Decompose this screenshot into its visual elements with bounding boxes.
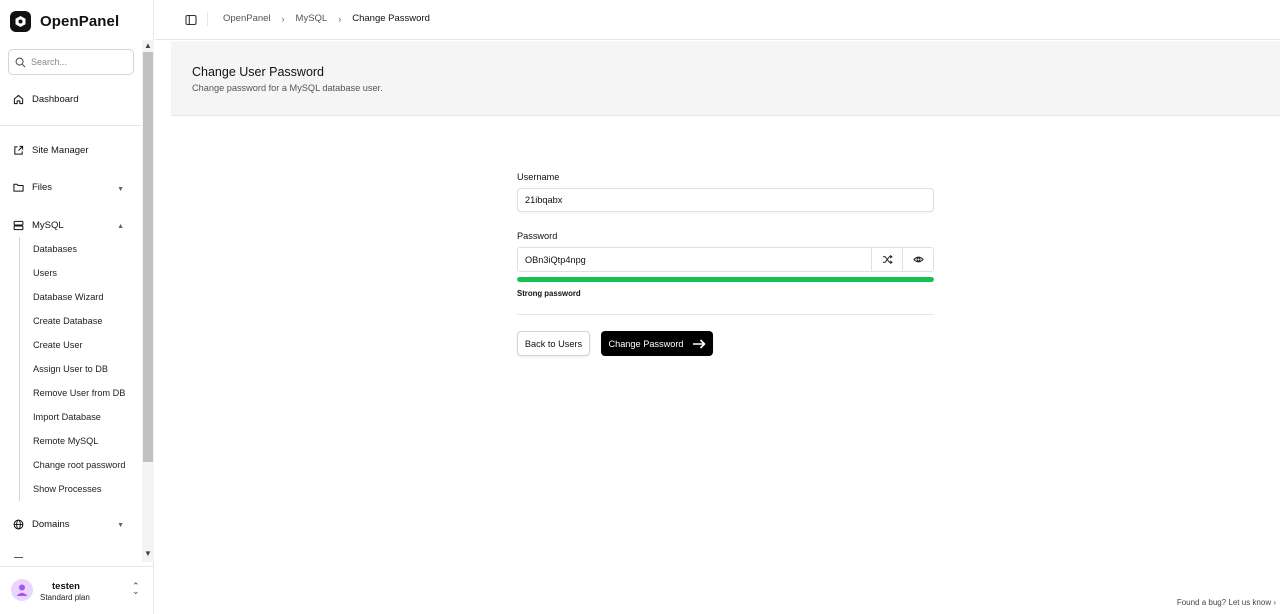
sidebar-item-label: Files xyxy=(32,182,53,193)
chevron-down-icon[interactable]: ▼ xyxy=(117,186,124,193)
sidebar-scrollbar[interactable]: ▲ ▼ xyxy=(142,40,154,562)
sidebar-subitem-create-database[interactable]: Create Database xyxy=(33,316,102,326)
password-field[interactable]: OBn3iQtp4npg xyxy=(518,248,871,271)
username-label: Username xyxy=(517,172,560,182)
topbar-divider xyxy=(207,12,208,26)
sidebar-subitem-assign-user[interactable]: Assign User to DB xyxy=(33,364,108,374)
search-box[interactable] xyxy=(8,49,134,75)
scroll-down-arrow-icon[interactable]: ▼ xyxy=(144,550,152,558)
report-bug-label: Found a bug? Let us know xyxy=(1176,598,1272,607)
user-menu[interactable]: testen Standard plan ⌃ ⌄ xyxy=(0,566,154,614)
sidebar-subitem-import-database[interactable]: Import Database xyxy=(33,412,101,422)
chevron-down-icon[interactable]: ▼ xyxy=(117,522,124,529)
sidebar: OpenPanel ▲ ▼ Dashboard Site Manager Fil… xyxy=(0,0,154,614)
username-value: 21ibqabx xyxy=(525,195,563,205)
submenu-guide-line xyxy=(19,237,20,501)
sidebar-item-files[interactable]: Files xyxy=(13,182,52,193)
shuffle-icon xyxy=(882,254,893,265)
back-to-users-button[interactable]: Back to Users xyxy=(517,331,590,356)
external-link-icon xyxy=(14,145,24,155)
generate-password-button[interactable] xyxy=(871,248,902,271)
username-field[interactable]: 21ibqabx xyxy=(517,188,934,212)
report-bug-link[interactable]: Found a bug? Let us know › xyxy=(1177,598,1276,607)
page-header: Change User Password Change password for… xyxy=(171,41,1280,116)
avatar xyxy=(11,579,33,601)
sidebar-item-label: Domains xyxy=(32,519,70,530)
sidebar-nav: Dashboard Site Manager Files ▼ MySQL ▲ D… xyxy=(0,86,142,562)
sidebar-subitem-create-user[interactable]: Create User xyxy=(33,340,83,350)
arrow-right-icon xyxy=(692,338,706,349)
breadcrumb-current: Change Password xyxy=(352,13,430,24)
chevron-up-icon[interactable]: ▲ xyxy=(117,223,124,230)
form-divider xyxy=(517,314,934,315)
user-name: testen xyxy=(52,581,80,592)
sidebar-subitem-users[interactable]: Users xyxy=(33,268,57,278)
sidebar-subitem-database-wizard[interactable]: Database Wizard xyxy=(33,292,103,302)
brand-name: OpenPanel xyxy=(40,12,120,30)
password-label: Password xyxy=(517,231,558,241)
page-subtitle: Change password for a MySQL database use… xyxy=(192,83,383,93)
chevron-right-icon: › xyxy=(281,13,285,24)
breadcrumb: OpenPanel › MySQL › Change Password xyxy=(223,13,430,24)
sidebar-item-label: Site Manager xyxy=(32,145,89,156)
breadcrumb-mysql[interactable]: MySQL xyxy=(296,13,328,24)
password-strength-bar xyxy=(517,277,934,282)
search-icon xyxy=(15,57,26,67)
sidebar-subitem-remove-user[interactable]: Remove User from DB xyxy=(33,388,125,398)
page-title: Change User Password xyxy=(192,65,325,79)
sidebar-item-domains[interactable]: Domains xyxy=(13,519,70,530)
sidebar-item-dashboard[interactable]: Dashboard xyxy=(13,94,78,105)
back-button-label: Back to Users xyxy=(524,338,583,349)
sidebar-divider xyxy=(0,125,142,126)
toggle-visibility-button[interactable] xyxy=(902,248,933,271)
password-strength-fill xyxy=(517,277,934,282)
sidebar-item-mysql[interactable]: MySQL xyxy=(13,220,64,231)
sidebar-subitem-remote-mysql[interactable]: Remote MySQL xyxy=(33,436,98,446)
topbar: OpenPanel › MySQL › Change Password xyxy=(155,0,1280,40)
scroll-thumb[interactable] xyxy=(143,52,153,462)
search-input[interactable] xyxy=(31,57,121,67)
brand[interactable]: OpenPanel xyxy=(10,8,119,34)
sidebar-toggle-icon[interactable] xyxy=(185,13,197,31)
chevron-right-icon: › xyxy=(338,13,342,24)
chevron-up-down-icon[interactable]: ⌃ ⌄ xyxy=(132,582,140,596)
database-icon xyxy=(13,220,24,231)
sidebar-item-label: MySQL xyxy=(32,220,64,231)
breadcrumb-openpanel[interactable]: OpenPanel xyxy=(223,13,271,24)
user-plan: Standard plan xyxy=(40,593,90,602)
openpanel-logo-icon xyxy=(10,10,31,32)
home-icon xyxy=(13,94,24,105)
globe-icon xyxy=(13,519,24,530)
folder-icon xyxy=(13,183,24,192)
eye-icon xyxy=(912,256,924,263)
sidebar-item-site-manager[interactable]: Site Manager xyxy=(13,145,89,156)
password-value: OBn3iQtp4npg xyxy=(525,254,586,265)
sidebar-item-label: Dashboard xyxy=(32,94,79,105)
sidebar-subitem-databases[interactable]: Databases xyxy=(33,244,77,254)
scroll-up-arrow-icon[interactable]: ▲ xyxy=(144,42,152,50)
sidebar-subitem-change-root-password[interactable]: Change root password xyxy=(33,460,125,470)
password-input-group: OBn3iQtp4npg xyxy=(517,247,934,272)
change-password-button[interactable]: Change Password xyxy=(601,331,713,356)
submit-button-label: Change Password xyxy=(608,338,684,349)
sidebar-subitem-show-processes[interactable]: Show Processes xyxy=(33,484,101,494)
password-strength-text: Strong password xyxy=(517,289,581,298)
partially-hidden-item-icon xyxy=(14,557,23,558)
